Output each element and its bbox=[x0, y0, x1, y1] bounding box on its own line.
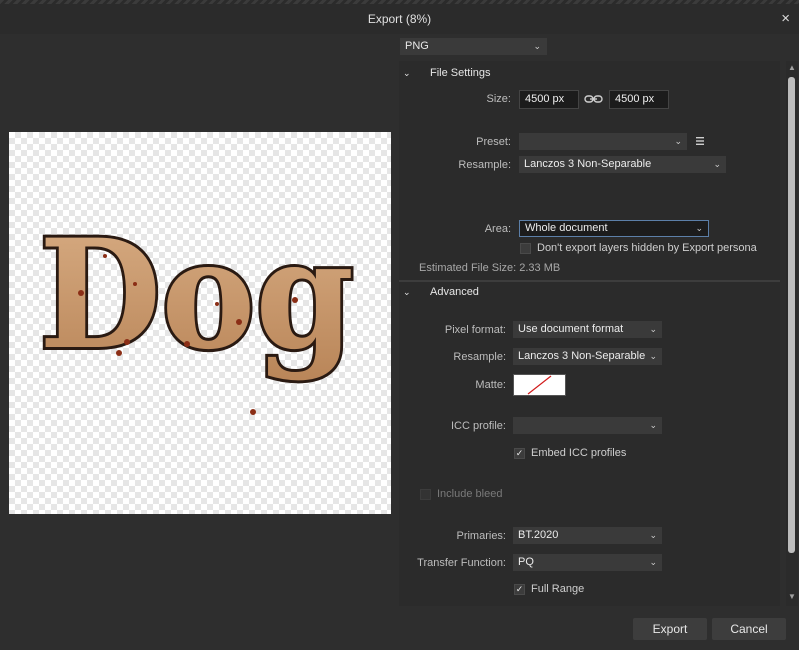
chevron-down-icon: ⌄ bbox=[695, 223, 703, 233]
close-icon[interactable]: × bbox=[781, 4, 790, 34]
chevron-down-icon: ⌄ bbox=[649, 324, 657, 334]
advanced-resample-value: Lanczos 3 Non-Separable bbox=[518, 350, 646, 362]
resample-select[interactable]: Lanczos 3 Non-Separable ⌄ bbox=[519, 156, 726, 173]
preset-menu-icon[interactable] bbox=[695, 136, 705, 146]
full-range-checkbox[interactable]: ✓ bbox=[514, 584, 525, 595]
scroll-up-icon[interactable]: ▲ bbox=[788, 63, 796, 72]
primaries-label: Primaries: bbox=[456, 530, 506, 542]
transfer-function-value: PQ bbox=[518, 556, 534, 568]
include-bleed-checkbox[interactable] bbox=[420, 489, 431, 500]
hidden-layers-checkbox[interactable] bbox=[520, 243, 531, 254]
resample-label: Resample: bbox=[458, 159, 511, 171]
settings-panel: ⌄ File Settings Size: 4500 px 4500 px Pr… bbox=[399, 61, 780, 606]
preview-pane: Dog bbox=[0, 34, 398, 610]
hidden-layers-label: Don't export layers hidden by Export per… bbox=[537, 242, 757, 254]
file-settings-title: File Settings bbox=[430, 67, 491, 79]
preset-select[interactable]: ⌄ bbox=[519, 133, 687, 150]
include-bleed-label: Include bleed bbox=[437, 488, 503, 500]
chevron-down-icon: ⌄ bbox=[403, 68, 411, 78]
area-label: Area: bbox=[484, 223, 511, 235]
width-field[interactable]: 4500 px bbox=[519, 90, 579, 109]
resample-value: Lanczos 3 Non-Separable bbox=[524, 158, 652, 170]
format-select[interactable]: PNG ⌄ bbox=[400, 38, 547, 55]
advanced-resample-select[interactable]: Lanczos 3 Non-Separable ⌄ bbox=[513, 348, 662, 365]
embed-icc-label: Embed ICC profiles bbox=[531, 447, 627, 459]
advanced-header[interactable]: ⌄ Advanced bbox=[399, 282, 780, 302]
cancel-button[interactable]: Cancel bbox=[712, 618, 786, 640]
window-title: Export (8%) bbox=[367, 12, 432, 26]
file-settings-header[interactable]: ⌄ File Settings bbox=[399, 63, 780, 83]
chevron-down-icon: ⌄ bbox=[403, 287, 411, 297]
transfer-function-select[interactable]: PQ ⌄ bbox=[513, 554, 662, 571]
scroll-down-icon[interactable]: ▼ bbox=[788, 592, 796, 601]
chevron-down-icon: ⌄ bbox=[674, 136, 682, 146]
size-label: Size: bbox=[486, 93, 511, 105]
chevron-down-icon: ⌄ bbox=[713, 159, 721, 169]
advanced-resample-label: Resample: bbox=[453, 351, 506, 363]
icc-profile-select[interactable]: ⌄ bbox=[513, 417, 662, 434]
area-select[interactable]: Whole document ⌄ bbox=[519, 220, 709, 237]
area-value: Whole document bbox=[525, 222, 608, 234]
matte-label: Matte: bbox=[475, 379, 506, 391]
advanced-title: Advanced bbox=[430, 286, 479, 298]
title-bar: Export (8%) × bbox=[0, 4, 799, 34]
preset-label: Preset: bbox=[476, 136, 511, 148]
pixel-format-value: Use document format bbox=[518, 323, 624, 335]
chevron-down-icon: ⌄ bbox=[533, 41, 541, 51]
height-field[interactable]: 4500 px bbox=[609, 90, 669, 109]
primaries-value: BT.2020 bbox=[518, 529, 559, 541]
no-color-icon bbox=[527, 375, 552, 395]
estimated-file-size: Estimated File Size: 2.33 MB bbox=[419, 262, 561, 274]
link-icon[interactable] bbox=[583, 91, 605, 107]
settings-scrollbar[interactable]: ▲ ▼ bbox=[786, 61, 798, 606]
transfer-function-label: Transfer Function: bbox=[417, 557, 506, 569]
checkmark-icon: ✓ bbox=[515, 448, 524, 458]
preview-artwork: Dog bbox=[36, 204, 357, 415]
primaries-select[interactable]: BT.2020 ⌄ bbox=[513, 527, 662, 544]
export-button[interactable]: Export bbox=[633, 618, 707, 640]
pixel-format-label: Pixel format: bbox=[444, 324, 506, 336]
chevron-down-icon: ⌄ bbox=[649, 420, 657, 430]
preview-dog-text: Dog bbox=[39, 207, 354, 383]
scrollbar-thumb[interactable] bbox=[788, 77, 795, 553]
checkmark-icon: ✓ bbox=[515, 584, 524, 594]
format-value: PNG bbox=[405, 40, 429, 52]
export-preview: Dog bbox=[9, 132, 391, 514]
matte-swatch[interactable] bbox=[513, 374, 566, 396]
pixel-format-select[interactable]: Use document format ⌄ bbox=[513, 321, 662, 338]
chevron-down-icon: ⌄ bbox=[649, 557, 657, 567]
full-range-label: Full Range bbox=[531, 583, 585, 595]
icc-profile-label: ICC profile: bbox=[450, 420, 506, 432]
chevron-down-icon: ⌄ bbox=[649, 530, 657, 540]
embed-icc-checkbox[interactable]: ✓ bbox=[514, 448, 525, 459]
chevron-down-icon: ⌄ bbox=[649, 351, 657, 361]
